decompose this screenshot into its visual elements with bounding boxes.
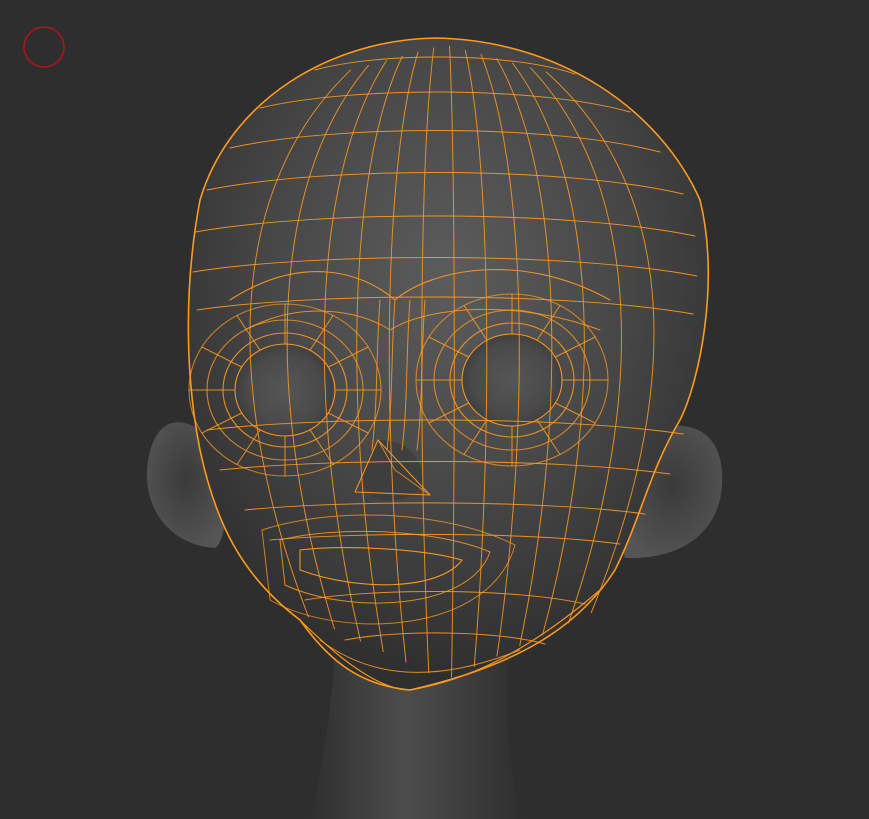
scene — [23, 26, 723, 819]
3d-viewport[interactable] — [0, 0, 869, 819]
brush-cursor-icon[interactable] — [23, 26, 65, 68]
